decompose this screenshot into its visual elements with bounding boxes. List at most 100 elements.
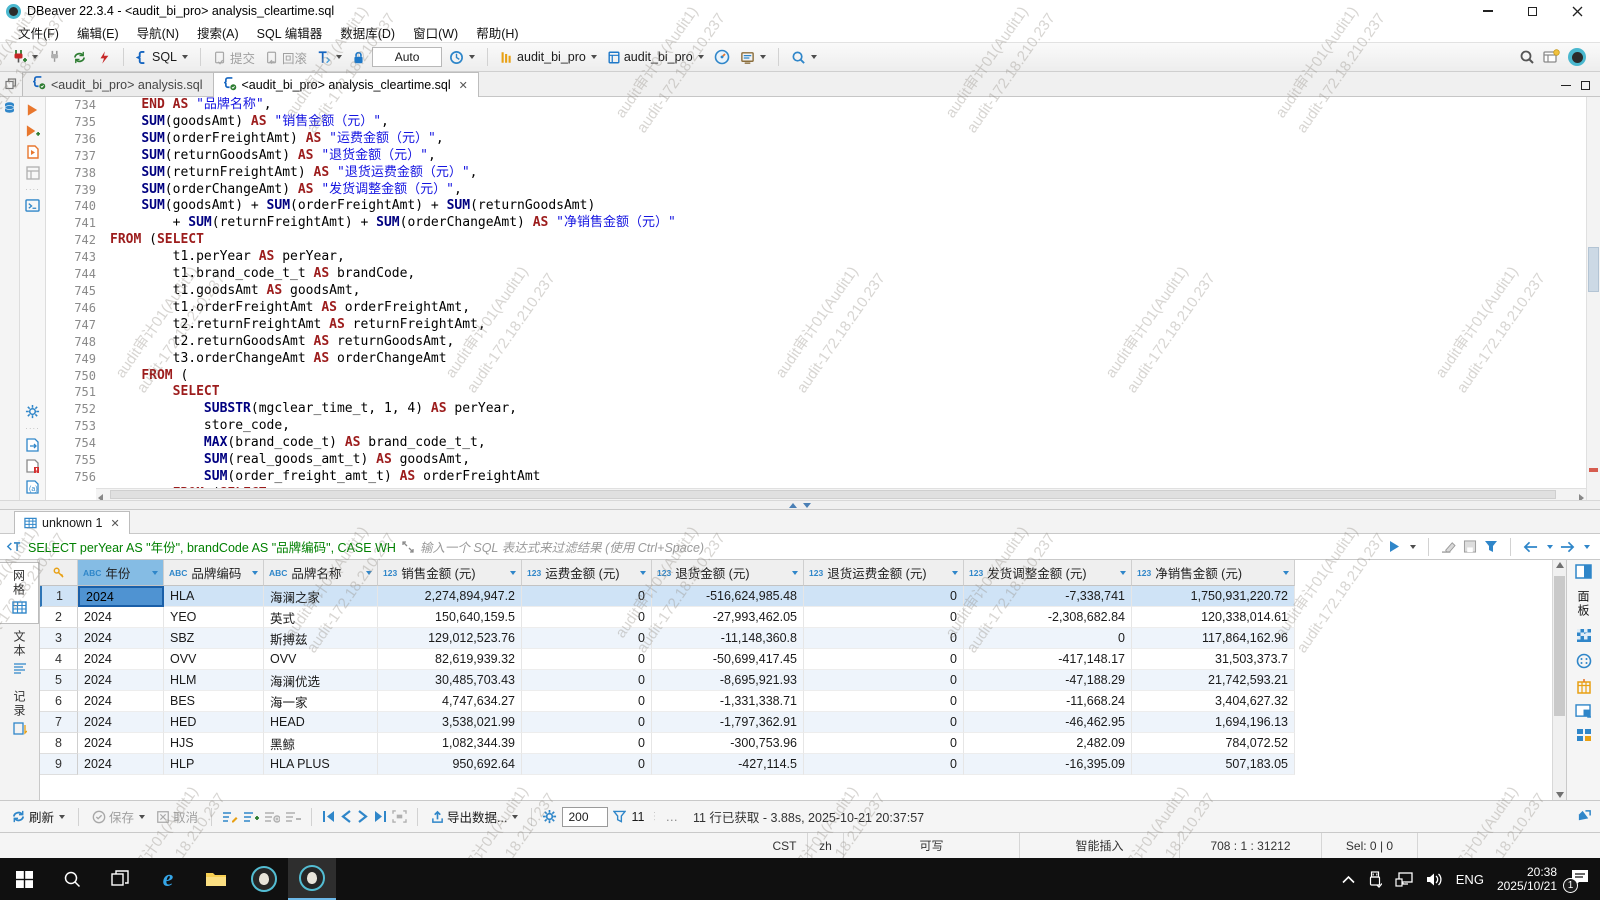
calc-panel-icon[interactable] — [1576, 728, 1592, 742]
table-cell[interactable]: 82,619,939.32 — [378, 649, 522, 670]
table-cell[interactable]: 2024 — [78, 586, 164, 607]
duplicate-row-icon[interactable] — [264, 810, 280, 824]
table-row[interactable]: 82024HJS黑鲸1,082,344.390-300,753.9602,482… — [40, 733, 1552, 754]
row-number[interactable]: 8 — [40, 733, 78, 754]
table-cell[interactable]: -1,797,362.91 — [652, 712, 804, 733]
table-cell[interactable]: 2,274,894,947.2 — [378, 586, 522, 607]
transaction-mode-button[interactable] — [314, 48, 345, 67]
table-cell[interactable]: 0 — [804, 586, 964, 607]
table-row[interactable]: 72024HEDHEAD3,538,021.990-1,797,362.910-… — [40, 712, 1552, 733]
expand-filter-icon[interactable] — [402, 541, 414, 553]
row-number[interactable]: 4 — [40, 649, 78, 670]
table-cell[interactable]: 海一家 — [264, 691, 378, 712]
export-data-button[interactable]: 导出数据... — [428, 805, 521, 828]
rollback-button[interactable]: 回滚 — [262, 46, 310, 69]
results-tab-close-icon[interactable]: ✕ — [110, 517, 119, 530]
table-cell[interactable]: 2024 — [78, 607, 164, 628]
statusbar-item-0[interactable]: CST — [762, 833, 808, 858]
table-cell[interactable]: 0 — [804, 754, 964, 775]
execute-new-tab-icon[interactable] — [25, 124, 40, 138]
editor-horizontal-scrollbar[interactable] — [96, 488, 1586, 500]
column-header-6[interactable]: 123退货运费金额 (元) — [804, 560, 964, 586]
speaker-icon[interactable] — [1426, 872, 1443, 887]
table-row[interactable]: 92024HLPHLA PLUS950,692.640-427,114.50-1… — [40, 754, 1552, 775]
dbeaver-taskbar-button-active[interactable] — [288, 858, 336, 900]
row-number[interactable]: 2 — [40, 607, 78, 628]
filters-menu-icon[interactable] — [1484, 540, 1498, 553]
fetch-page-icon[interactable] — [392, 810, 407, 823]
cancel-button[interactable]: 取消 — [153, 805, 201, 828]
table-cell[interactable]: 2024 — [78, 733, 164, 754]
vscroll-thumb[interactable] — [1588, 247, 1599, 292]
menu-item-4[interactable]: SQL 编辑器 — [249, 21, 331, 44]
table-cell[interactable]: -300,753.96 — [652, 733, 804, 754]
table-cell[interactable]: 2024 — [78, 691, 164, 712]
table-cell[interactable]: BES — [164, 691, 264, 712]
table-row[interactable]: 42024OVVOVV82,619,939.320-50,699,417.450… — [40, 649, 1552, 670]
results-tab[interactable]: unknown 1 ✕ — [14, 511, 130, 534]
row-filter-icon[interactable] — [613, 810, 626, 823]
statusbar-item-5[interactable]: Sel: 0 | 0 — [1322, 833, 1418, 858]
table-cell[interactable]: HEAD — [264, 712, 378, 733]
table-cell[interactable]: 0 — [522, 712, 652, 733]
column-menu-icon[interactable] — [640, 571, 646, 575]
prev-row-icon[interactable] — [341, 810, 352, 823]
table-cell[interactable]: 0 — [522, 649, 652, 670]
clock[interactable]: 20:38 2025/10/21 — [1497, 865, 1557, 893]
statusbar-item-4[interactable]: 708 : 1 : 31212 — [1180, 833, 1322, 858]
commit-button[interactable]: 提交 — [210, 46, 258, 69]
table-cell[interactable]: 斯搏兹 — [264, 628, 378, 649]
schema-selector[interactable]: audit_bi_pro — [604, 48, 707, 67]
maximize-button[interactable] — [1510, 0, 1555, 22]
output-button[interactable] — [737, 48, 769, 67]
column-header-8[interactable]: 123净销售金额 (元) — [1132, 560, 1295, 586]
table-cell[interactable]: 3,404,627.32 — [1132, 691, 1295, 712]
table-cell[interactable]: 0 — [804, 649, 964, 670]
grid-scroll-up-icon[interactable] — [1556, 562, 1564, 568]
table-cell[interactable]: 1,082,344.39 — [378, 733, 522, 754]
table-cell[interactable]: 0 — [522, 628, 652, 649]
table-cell[interactable]: 120,338,014.61 — [1132, 607, 1295, 628]
row-number[interactable]: 1 — [40, 586, 78, 607]
result-settings-gear-icon[interactable] — [542, 809, 557, 824]
table-cell[interactable]: 2024 — [78, 670, 164, 691]
table-cell[interactable]: -46,462.95 — [964, 712, 1132, 733]
row-number[interactable]: 3 — [40, 628, 78, 649]
table-cell[interactable]: 海澜优选 — [264, 670, 378, 691]
column-header-1[interactable]: ABC品牌编码 — [164, 560, 264, 586]
first-row-icon[interactable] — [322, 810, 336, 823]
task-view-button[interactable] — [96, 858, 144, 900]
editor-vertical-scrollbar[interactable] — [1586, 97, 1600, 500]
delete-row-icon[interactable] — [285, 810, 301, 824]
taskbar-search-button[interactable] — [48, 858, 96, 900]
table-row[interactable]: 32024SBZ斯搏兹129,012,523.760-11,148,360.80… — [40, 628, 1552, 649]
table-cell[interactable]: 950,692.64 — [378, 754, 522, 775]
autocommit-field[interactable]: Auto — [372, 47, 442, 67]
table-row[interactable]: 52024HLM海澜优选30,485,703.430-8,695,921.930… — [40, 670, 1552, 691]
editor-tab-1[interactable]: <audit_bi_pro> analysis_cleartime.sql✕ — [213, 72, 479, 97]
view-tab-record[interactable]: 记录 — [0, 684, 39, 744]
menu-item-6[interactable]: 窗口(W) — [405, 21, 466, 44]
table-cell[interactable]: 黑鲸 — [264, 733, 378, 754]
disconnect-button[interactable] — [45, 48, 65, 66]
lock-button[interactable] — [349, 48, 368, 67]
table-cell[interactable]: 0 — [522, 607, 652, 628]
table-cell[interactable]: 784,072.52 — [1132, 733, 1295, 754]
restore-panel-button[interactable] — [0, 72, 22, 96]
collapse-up-icon[interactable] — [789, 503, 797, 508]
new-connection-button[interactable] — [8, 47, 41, 67]
table-cell[interactable]: -16,395.09 — [964, 754, 1132, 775]
table-cell[interactable]: HLA — [164, 586, 264, 607]
last-row-icon[interactable] — [373, 810, 387, 823]
column-menu-icon[interactable] — [252, 571, 258, 575]
column-header-5[interactable]: 123退货金额 (元) — [652, 560, 804, 586]
minimize-button[interactable] — [1465, 0, 1510, 22]
table-cell[interactable]: 1,750,931,220.72 — [1132, 586, 1295, 607]
editor-results-splitter[interactable] — [0, 500, 1600, 510]
column-menu-icon[interactable] — [152, 571, 158, 575]
table-row[interactable]: 12024HLA海澜之家2,274,894,947.20-516,624,985… — [40, 586, 1552, 607]
table-cell[interactable]: HLA PLUS — [264, 754, 378, 775]
start-button[interactable] — [0, 858, 48, 900]
value-viewer-icon[interactable] — [1576, 628, 1592, 643]
table-cell[interactable]: 1,694,196.13 — [1132, 712, 1295, 733]
